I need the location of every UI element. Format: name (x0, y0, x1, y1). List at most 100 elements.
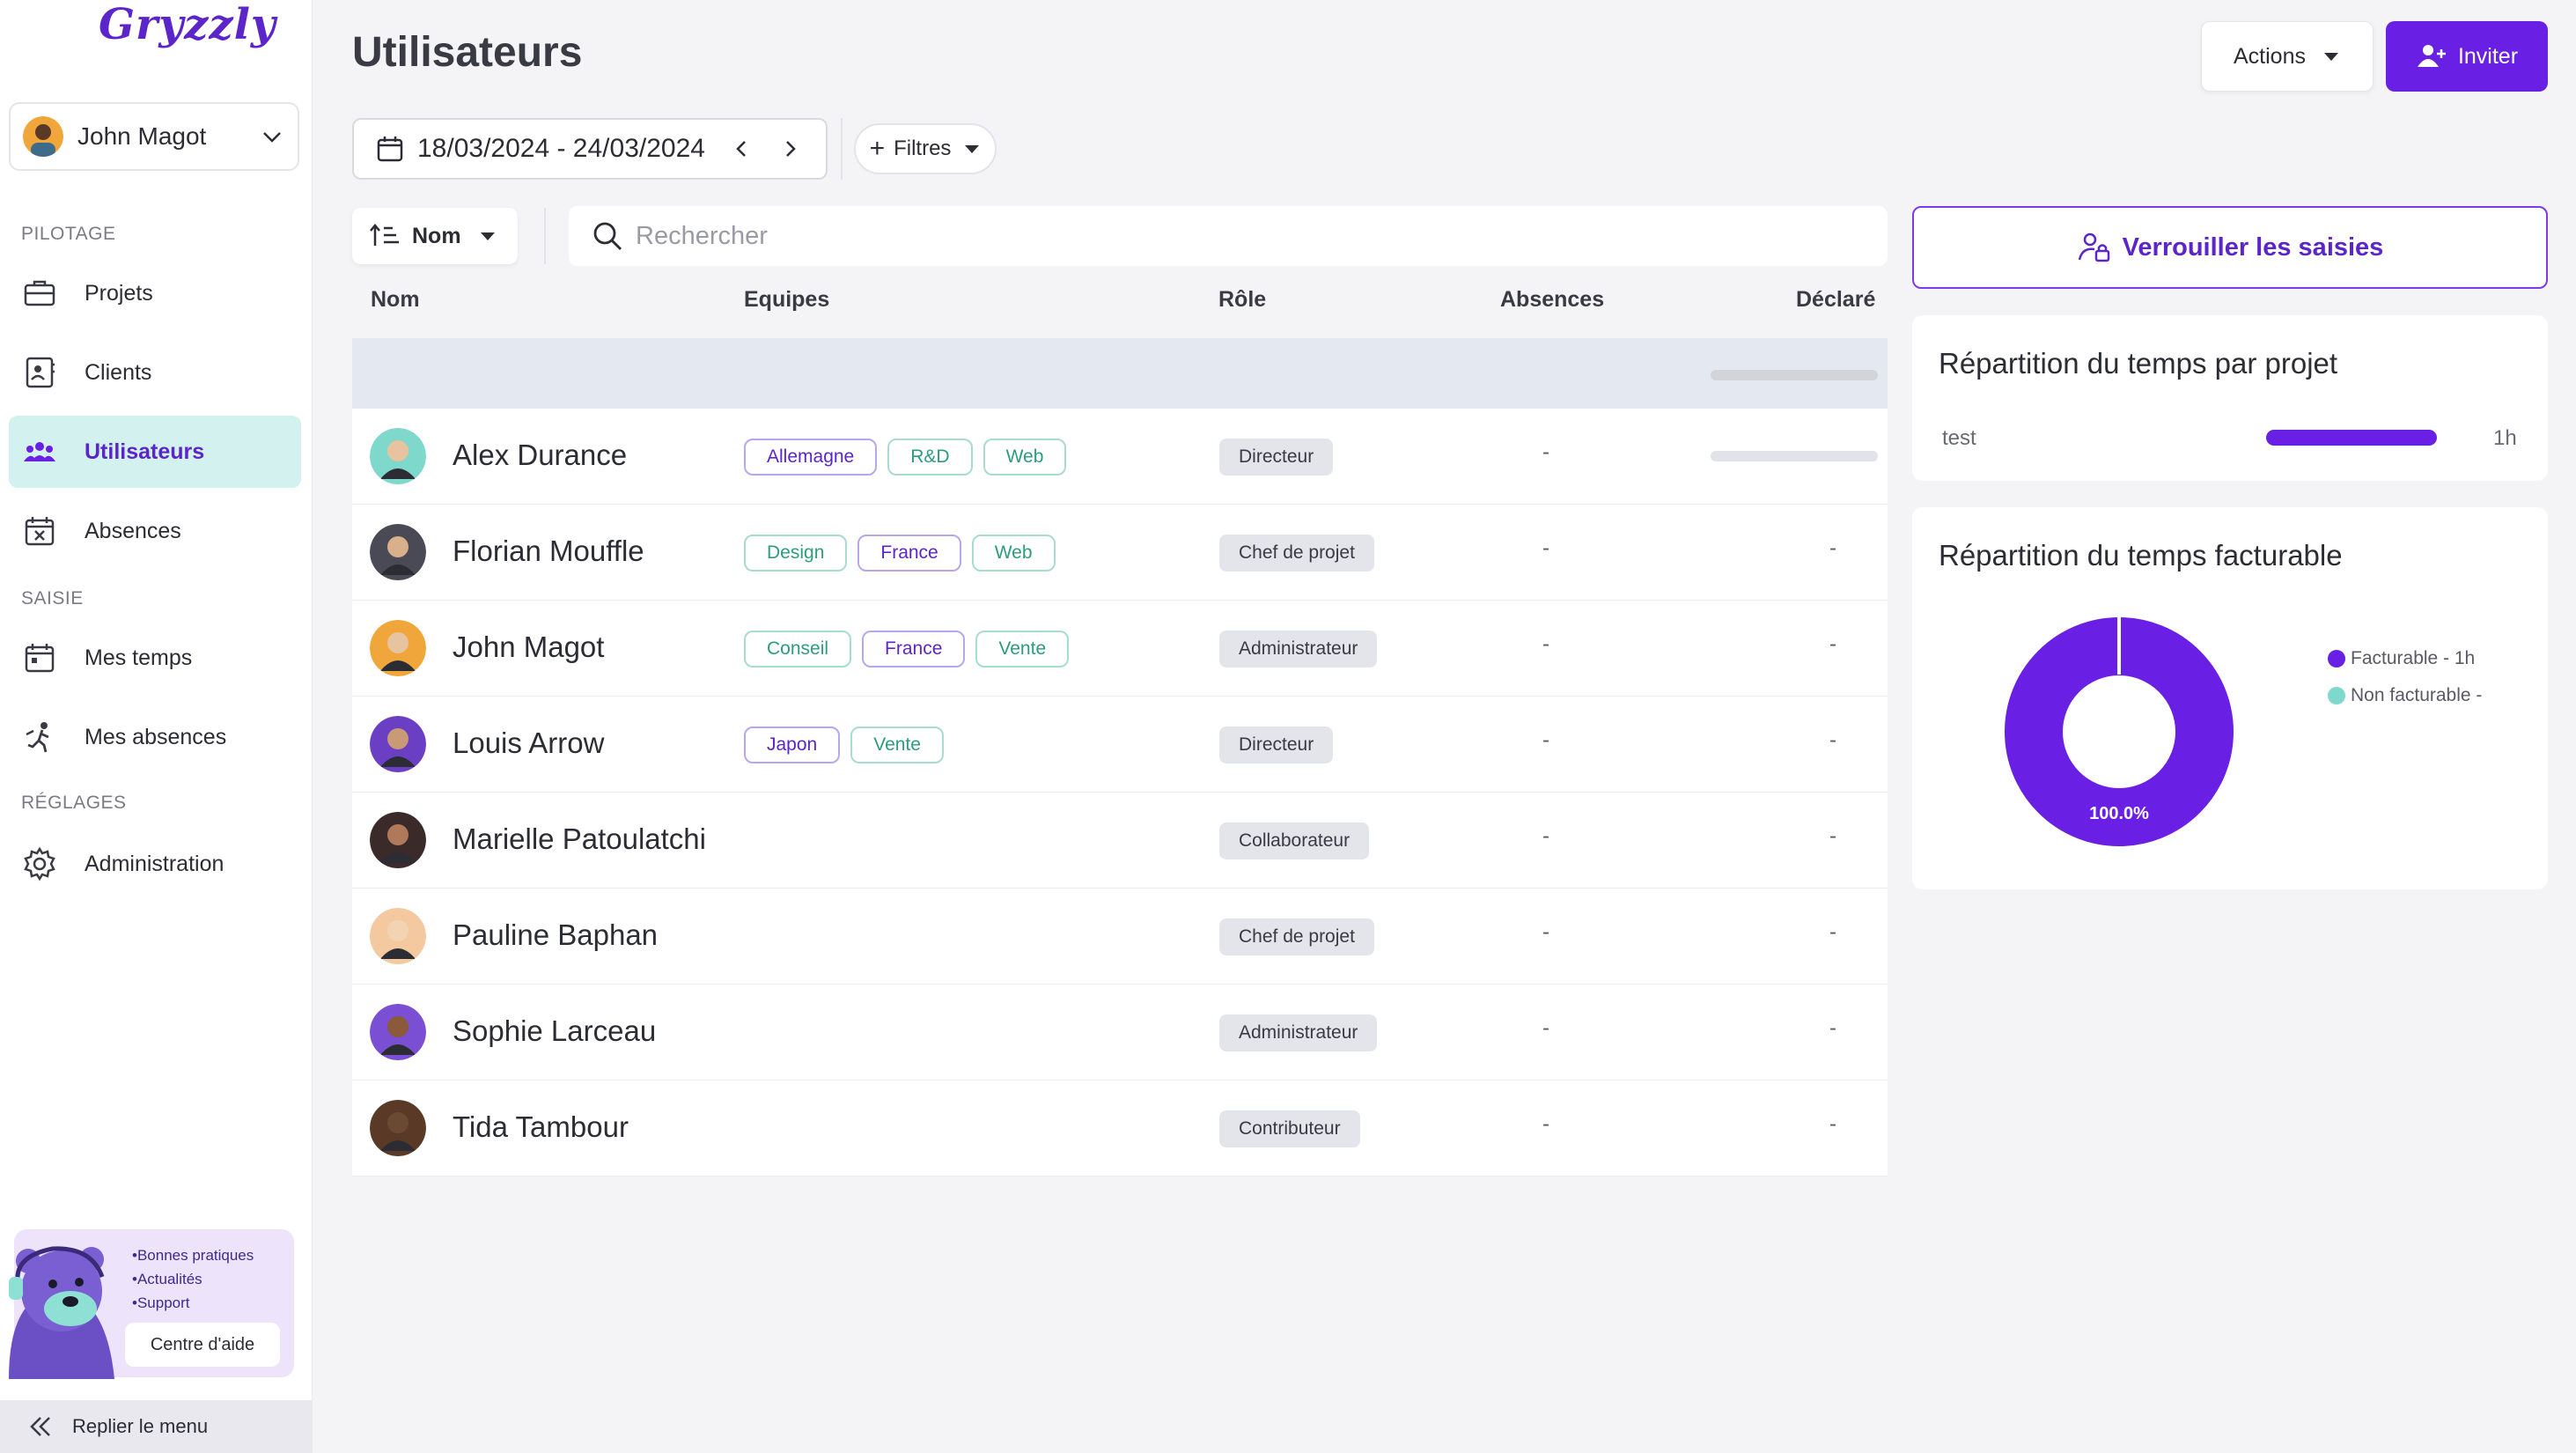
column-header-absences[interactable]: Absences (1500, 287, 1604, 313)
user-name-cell[interactable]: Alex Durance (453, 439, 627, 472)
sidebar-item-mes-absences[interactable]: Mes absences (9, 701, 301, 773)
actions-button[interactable]: Actions (2201, 21, 2374, 92)
sidebar-item-clients[interactable]: Clients (9, 336, 301, 409)
user-name-cell[interactable]: Sophie Larceau (453, 1014, 656, 1048)
legend-label: Non facturable - (2351, 685, 2483, 705)
table-row[interactable]: Florian Mouffle Design France Web Chef de pr… (352, 505, 1888, 601)
sidebar-item-mes-temps[interactable]: Mes temps (9, 622, 301, 694)
help-link-actualites[interactable]: •Actualités (132, 1267, 254, 1291)
users-table: Alex Durance Allemagne R&D Web Directeur - Flo… (352, 338, 1888, 1176)
avatar (23, 116, 63, 157)
legend-item-facturable[interactable]: Facturable - 1h (2328, 648, 2475, 669)
user-name-cell[interactable]: Louis Arrow (453, 726, 604, 760)
role-badge: Collaborateur (1219, 822, 1370, 859)
role-badge: Administrateur (1219, 1014, 1378, 1051)
filters-button[interactable]: + Filtres (854, 123, 997, 174)
caret-down-icon (965, 145, 980, 153)
beach-icon (26, 722, 49, 753)
filters-label: Filtres (894, 136, 952, 160)
legend-item-non-facturable[interactable]: Non facturable - (2328, 685, 2482, 706)
team-tag[interactable]: Japon (744, 726, 841, 763)
table-row[interactable]: Pauline Baphan Chef de projet - - (352, 889, 1888, 985)
lock-entries-button[interactable]: Verrouiller les saisies (1912, 206, 2548, 289)
sort-button[interactable]: Nom (352, 208, 518, 264)
team-tag[interactable]: R&D (887, 439, 973, 476)
column-header-equipes[interactable]: Equipes (744, 287, 829, 313)
sidebar: Gryzzly John Magot PILOTAGE Projets Clie… (0, 0, 313, 1453)
table-row[interactable]: John Magot Conseil France Vente Administrate… (352, 601, 1888, 697)
team-tag[interactable]: Conseil (744, 631, 852, 667)
legend-dot (2328, 650, 2345, 667)
plus-icon: + (869, 134, 886, 163)
user-name: John Magot (77, 122, 207, 150)
user-name-cell[interactable]: Tida Tambour (453, 1110, 629, 1144)
help-link-bonnes-pratiques[interactable]: •Bonnes pratiques (132, 1243, 254, 1267)
sidebar-item-label: Projets (85, 280, 153, 306)
declared-progress-bar (1711, 451, 1878, 461)
column-header-nom[interactable]: Nom (371, 287, 420, 313)
chevron-right-icon[interactable] (776, 136, 803, 162)
role-badge: Administrateur (1219, 631, 1378, 667)
table-row[interactable]: Alex Durance Allemagne R&D Web Directeur - (352, 409, 1888, 505)
briefcase-icon (24, 280, 55, 306)
billable-donut-chart: 100.0% (2005, 615, 2234, 846)
sidebar-item-projets[interactable]: Projets (9, 257, 301, 329)
date-range-picker[interactable]: 18/03/2024 - 24/03/2024 (352, 118, 828, 180)
sidebar-item-utilisateurs[interactable]: Utilisateurs (9, 416, 301, 488)
user-name-cell[interactable]: Marielle Patoulatchi (453, 822, 706, 856)
project-time-value: 1h (2493, 426, 2517, 450)
app-logo[interactable]: Gryzzly (99, 0, 276, 49)
search-box (569, 206, 1888, 266)
declared-cell: - (1829, 1016, 1836, 1040)
chevrons-left-icon (30, 1417, 50, 1436)
absences-cell: - (1542, 632, 1549, 656)
team-tag[interactable]: France (862, 631, 966, 667)
column-header-declare[interactable]: Déclaré (1796, 287, 1875, 313)
search-input[interactable] (636, 221, 1851, 251)
teams-cell: Allemagne R&D Web (744, 439, 1067, 476)
table-row[interactable]: Sophie Larceau Administrateur - - (352, 985, 1888, 1081)
teams-cell: Design France Web (744, 535, 1056, 572)
team-tag[interactable]: Allemagne (744, 439, 878, 476)
table-row[interactable]: Tida Tambour Contributeur - - (352, 1081, 1888, 1176)
help-links: •Bonnes pratiques •Actualités •Support (132, 1243, 254, 1315)
help-link-support[interactable]: •Support (132, 1291, 254, 1315)
declared-cell: - (1829, 1112, 1836, 1136)
team-tag[interactable]: Web (971, 535, 1056, 572)
absences-cell: - (1542, 920, 1549, 944)
project-time-bar (2266, 430, 2437, 446)
team-tag[interactable]: Design (744, 535, 848, 572)
invite-button[interactable]: Inviter (2386, 21, 2548, 92)
sidebar-item-label: Mes temps (85, 645, 193, 670)
sidebar-item-administration[interactable]: Administration (9, 828, 301, 900)
sort-icon (370, 224, 399, 246)
team-tag[interactable]: France (857, 535, 961, 572)
table-row[interactable]: Marielle Patoulatchi Collaborateur - - (352, 793, 1888, 889)
project-time-card: Répartition du temps par projet test 1h (1912, 315, 2548, 481)
declared-cell: - (1829, 536, 1836, 560)
help-center-button[interactable]: Centre d'aide (125, 1323, 280, 1367)
role-badge: Directeur (1219, 439, 1334, 476)
chevron-left-icon[interactable] (729, 136, 755, 162)
user-name-cell[interactable]: Florian Mouffle (453, 535, 644, 568)
user-name-cell[interactable]: Pauline Baphan (453, 918, 658, 952)
avatar (370, 812, 426, 868)
team-tag[interactable]: Web (983, 439, 1067, 476)
table-row[interactable]: Louis Arrow Japon Vente Directeur - - (352, 697, 1888, 793)
sidebar-item-absences[interactable]: Absences (9, 495, 301, 567)
section-saisie: SAISIE (21, 588, 84, 608)
absences-cell: - (1542, 728, 1549, 752)
declared-cell: - (1829, 728, 1836, 752)
user-selector[interactable]: John Magot (9, 102, 299, 171)
collapse-menu-button[interactable]: Replier le menu (0, 1400, 313, 1453)
summary-progress-bar (1711, 370, 1878, 380)
column-header-role[interactable]: Rôle (1218, 287, 1266, 313)
toolbar-divider (841, 118, 843, 180)
team-tag[interactable]: Vente (850, 726, 944, 763)
user-name-cell[interactable]: John Magot (453, 631, 604, 664)
absences-cell: - (1542, 536, 1549, 560)
lock-entries-label: Verrouiller les saisies (2122, 232, 2384, 262)
absences-cell: - (1542, 824, 1549, 848)
toolbar-divider (544, 208, 546, 264)
team-tag[interactable]: Vente (975, 631, 1070, 667)
